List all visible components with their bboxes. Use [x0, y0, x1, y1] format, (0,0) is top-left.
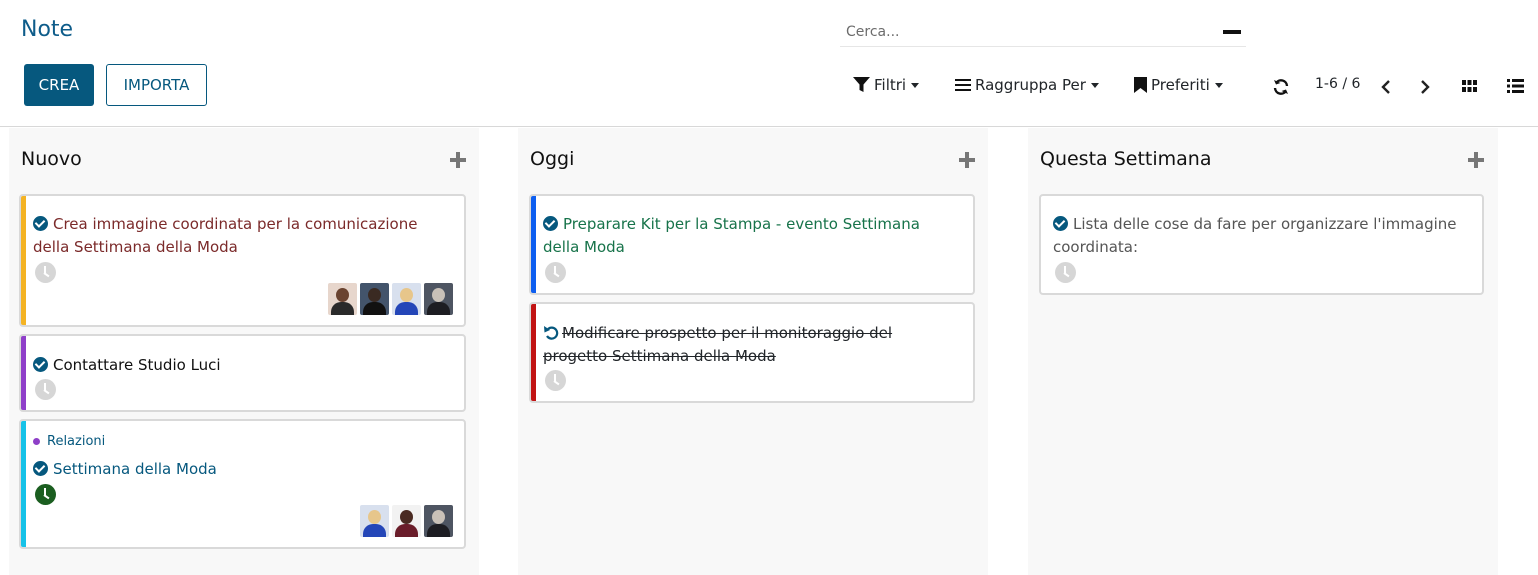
undo-icon[interactable]: [543, 325, 559, 340]
search-clear-icon[interactable]: [1223, 30, 1241, 34]
add-card-plus-icon[interactable]: [959, 152, 975, 168]
kanban-column-nuovo: Nuovo Crea immagine coordinata per la co…: [9, 128, 479, 575]
caret-down-icon: [911, 82, 920, 88]
bookmark-icon: [1134, 77, 1147, 93]
column-title: Oggi: [530, 148, 575, 170]
avatar: [392, 283, 421, 315]
tag-label: Relazioni: [47, 434, 106, 449]
card-title: Contattare Studio Luci: [53, 356, 221, 374]
card-title: Settimana della Moda: [53, 460, 217, 478]
clock-icon[interactable]: [35, 379, 56, 400]
card-title: Crea immagine coordinata per la comunica…: [33, 215, 418, 256]
filters-dropdown[interactable]: Filtri: [853, 73, 920, 97]
color-stripe: [21, 421, 26, 547]
note-card[interactable]: Contattare Studio Luci: [19, 334, 466, 412]
avatar: [424, 505, 453, 537]
tag-color-dot: [33, 438, 40, 445]
column-title: Questa Settimana: [1040, 148, 1212, 170]
follower-avatars: [360, 505, 453, 537]
color-stripe: [531, 196, 536, 293]
groupby-dropdown[interactable]: Raggruppa Per: [955, 73, 1099, 97]
favorites-dropdown[interactable]: Preferiti: [1134, 73, 1223, 97]
clock-icon[interactable]: [35, 262, 56, 283]
add-card-plus-icon[interactable]: [1468, 152, 1484, 168]
check-circle-icon[interactable]: [543, 216, 558, 231]
card-title: Lista delle cose da fare per organizzare…: [1053, 215, 1457, 256]
avatar: [360, 505, 389, 537]
pager-value[interactable]: 1-6 / 6: [1315, 76, 1360, 92]
list-view-icon: [1506, 79, 1524, 93]
chevron-left-icon: [1381, 80, 1390, 94]
color-stripe: [21, 196, 26, 325]
note-card[interactable]: Lista delle cose da fare per organizzare…: [1039, 194, 1484, 295]
clock-icon[interactable]: [545, 262, 566, 283]
search-bar: [840, 18, 1246, 47]
search-input[interactable]: [840, 18, 1210, 46]
list-icon: [955, 79, 971, 91]
kanban-view-button[interactable]: [1459, 76, 1479, 96]
note-card[interactable]: Preparare Kit per la Stampa - evento Set…: [529, 194, 975, 295]
pager-previous-button[interactable]: [1378, 77, 1394, 97]
kanban-column-questa-settimana: Questa Settimana Lista delle cose da far…: [1028, 128, 1498, 575]
clock-icon[interactable]: [35, 484, 56, 505]
filter-icon: [853, 77, 870, 92]
note-card[interactable]: Crea immagine coordinata per la comunica…: [19, 194, 466, 327]
import-button[interactable]: IMPORTA: [106, 64, 207, 106]
card-title: Modificare prospetto per il monitoraggio…: [543, 324, 893, 365]
column-title: Nuovo: [21, 148, 82, 170]
pager-next-button[interactable]: [1417, 77, 1433, 97]
clock-icon[interactable]: [1055, 262, 1076, 283]
note-card[interactable]: Modificare prospetto per il monitoraggio…: [529, 302, 975, 403]
clock-icon[interactable]: [545, 370, 566, 391]
avatar: [360, 283, 389, 315]
chevron-right-icon: [1421, 80, 1430, 94]
note-card[interactable]: Relazioni Settimana della Moda: [19, 419, 466, 549]
avatar: [392, 505, 421, 537]
check-circle-icon[interactable]: [33, 216, 48, 231]
kanban-column-oggi: Oggi Preparare Kit per la Stampa - event…: [518, 128, 988, 575]
refresh-icon: [1273, 79, 1289, 95]
color-stripe: [531, 304, 536, 401]
avatar: [328, 283, 357, 315]
card-title: Preparare Kit per la Stampa - evento Set…: [543, 215, 920, 256]
follower-avatars: [328, 283, 453, 315]
refresh-button[interactable]: [1271, 77, 1291, 97]
color-stripe: [21, 336, 26, 410]
control-panel: Note CREA IMPORTA Filtri Raggruppa Per P…: [0, 0, 1538, 127]
favorites-label: Preferiti: [1151, 76, 1210, 94]
page-title: Note: [21, 17, 74, 42]
check-circle-icon[interactable]: [33, 461, 48, 476]
check-circle-icon[interactable]: [1053, 216, 1068, 231]
caret-down-icon: [1090, 82, 1099, 88]
tag-badge: Relazioni: [33, 434, 105, 449]
list-view-button[interactable]: [1505, 76, 1525, 96]
check-circle-icon[interactable]: [33, 357, 48, 372]
caret-down-icon: [1214, 82, 1223, 88]
groupby-label: Raggruppa Per: [975, 76, 1086, 94]
add-card-plus-icon[interactable]: [450, 152, 466, 168]
avatar: [424, 283, 453, 315]
create-button[interactable]: CREA: [24, 64, 94, 106]
grid-icon: [1461, 80, 1477, 92]
filters-label: Filtri: [874, 76, 907, 94]
